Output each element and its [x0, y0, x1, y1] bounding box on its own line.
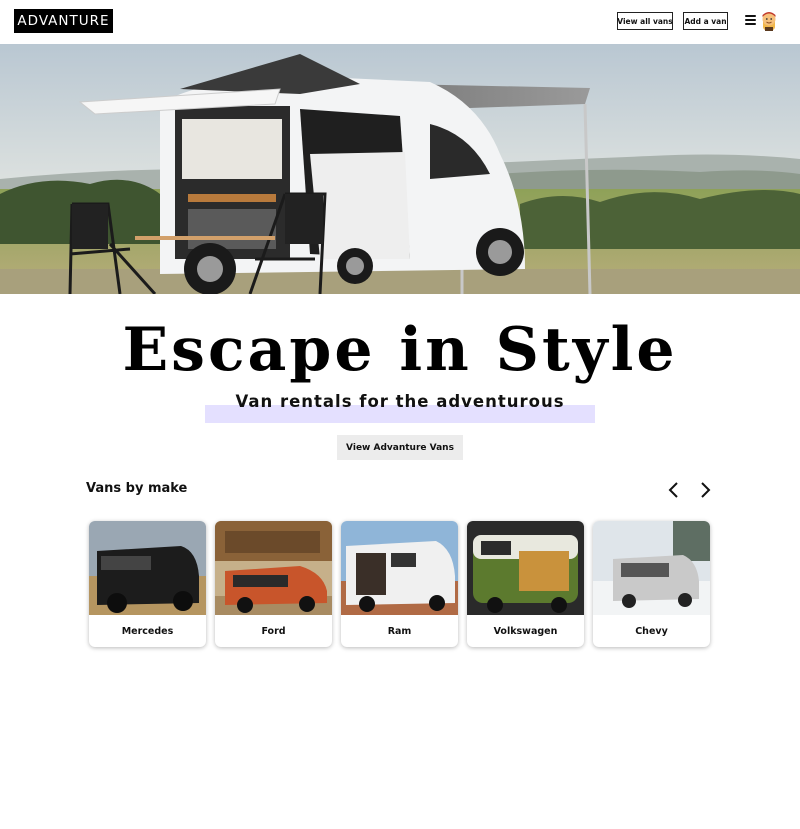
make-card-volkswagen[interactable]: Volkswagen [467, 521, 584, 647]
make-card-ram[interactable]: Ram [341, 521, 458, 647]
make-label: Volkswagen [493, 625, 558, 637]
make-image-volkswagen [467, 521, 584, 615]
hero-image [0, 44, 800, 294]
make-label: Ford [261, 625, 286, 637]
logo[interactable]: ADVANTURE [14, 9, 113, 33]
section-title: Vans by make [86, 481, 188, 496]
chevron-right-icon[interactable] [697, 480, 713, 500]
top-nav: ADVANTURE View all vans Add a van [0, 0, 800, 44]
make-image-ram [341, 521, 458, 615]
make-card-mercedes[interactable]: Mercedes [89, 521, 206, 647]
view-advanture-vans-button[interactable]: View Advanture Vans [337, 435, 463, 460]
make-card-chevy[interactable]: Chevy [593, 521, 710, 647]
make-card-ford[interactable]: Ford [215, 521, 332, 647]
make-label: Ram [387, 625, 412, 637]
subheadline-container: Van rentals for the adventurous [205, 390, 595, 423]
make-image-ford [215, 521, 332, 615]
make-label: Chevy [635, 625, 668, 637]
hero-headline: Escape in Style [122, 315, 678, 385]
add-van-button[interactable]: Add a van [683, 12, 728, 30]
make-image-chevy [593, 521, 710, 615]
hero-subheadline: Van rentals for the adventurous [235, 392, 565, 411]
make-label: Mercedes [121, 625, 174, 637]
avatar-icon[interactable] [760, 10, 778, 31]
chevron-left-icon[interactable] [666, 480, 682, 500]
make-image-mercedes [89, 521, 206, 615]
hamburger-icon[interactable] [745, 15, 756, 25]
view-all-vans-button[interactable]: View all vans [617, 12, 673, 30]
